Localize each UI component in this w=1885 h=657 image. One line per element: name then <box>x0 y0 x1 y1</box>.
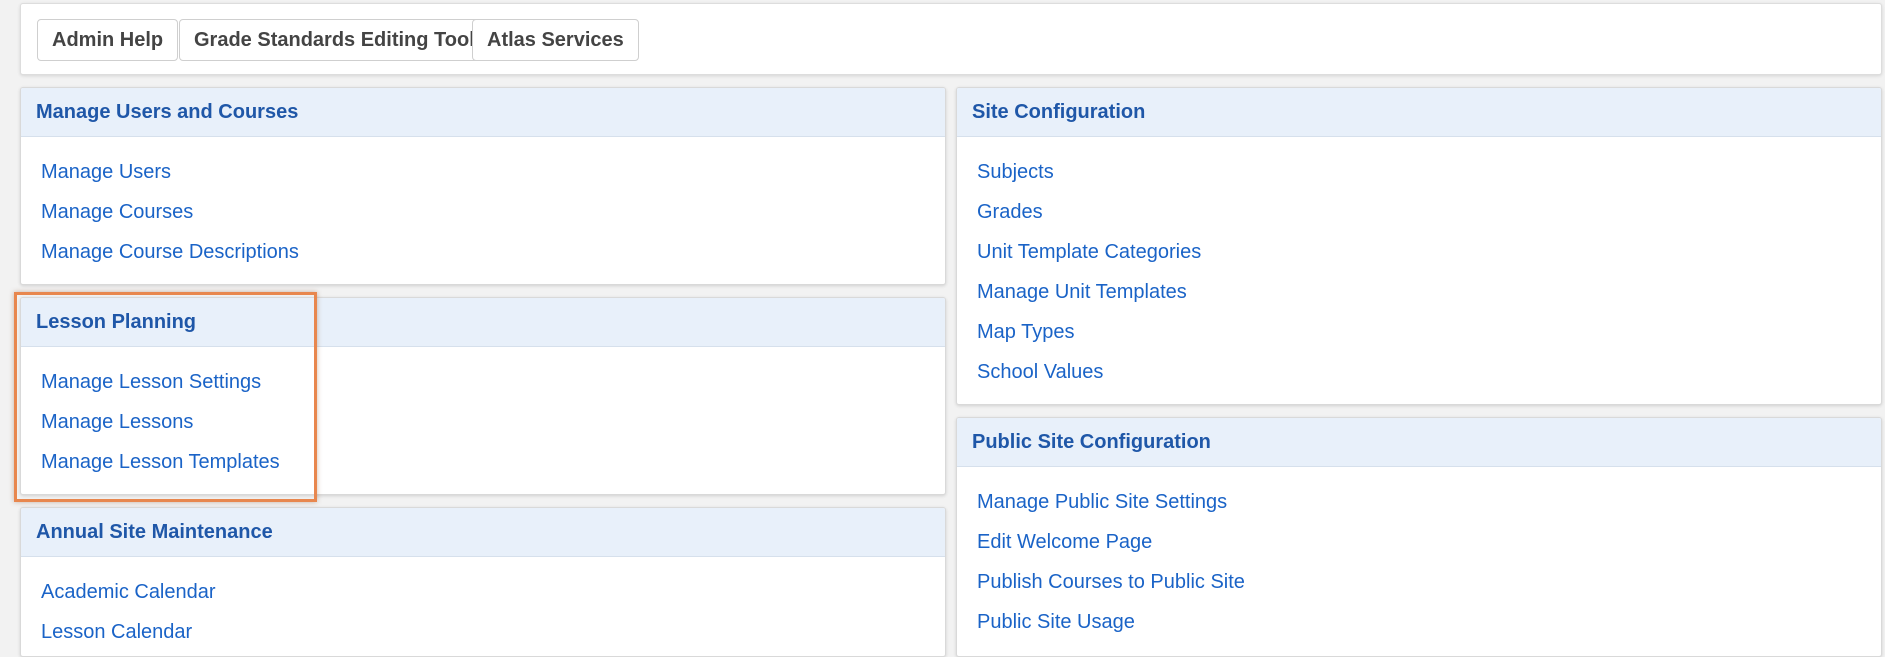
public-site-usage-link[interactable]: Public Site Usage <box>977 602 1881 642</box>
grades-link[interactable]: Grades <box>977 192 1881 232</box>
panel-title: Public Site Configuration <box>957 418 1881 467</box>
manage-unit-templates-link[interactable]: Manage Unit Templates <box>977 272 1881 312</box>
panel-title: Site Configuration <box>957 88 1881 137</box>
manage-public-site-settings-link[interactable]: Manage Public Site Settings <box>977 482 1881 522</box>
manage-courses-link[interactable]: Manage Courses <box>41 192 945 232</box>
edit-welcome-page-link[interactable]: Edit Welcome Page <box>977 522 1881 562</box>
atlas-services-button[interactable]: Atlas Services <box>472 19 639 61</box>
subjects-link[interactable]: Subjects <box>977 152 1881 192</box>
admin-toolbar: Admin Help Grade Standards Editing Tool … <box>20 3 1882 75</box>
map-types-link[interactable]: Map Types <box>977 312 1881 352</box>
lesson-calendar-link[interactable]: Lesson Calendar <box>41 612 945 652</box>
manage-lesson-templates-link[interactable]: Manage Lesson Templates <box>41 442 945 482</box>
academic-calendar-link[interactable]: Academic Calendar <box>41 572 945 612</box>
panel-title: Annual Site Maintenance <box>21 508 945 557</box>
annual-site-maintenance-panel: Annual Site Maintenance Academic Calenda… <box>20 507 946 657</box>
lesson-planning-panel: Lesson Planning Manage Lesson Settings M… <box>20 297 946 495</box>
school-values-link[interactable]: School Values <box>977 352 1881 392</box>
manage-lesson-settings-link[interactable]: Manage Lesson Settings <box>41 362 945 402</box>
manage-lessons-link[interactable]: Manage Lessons <box>41 402 945 442</box>
site-configuration-panel: Site Configuration Subjects Grades Unit … <box>956 87 1882 405</box>
unit-template-categories-link[interactable]: Unit Template Categories <box>977 232 1881 272</box>
manage-users-link[interactable]: Manage Users <box>41 152 945 192</box>
publish-courses-to-public-site-link[interactable]: Publish Courses to Public Site <box>977 562 1881 602</box>
panel-title: Manage Users and Courses <box>21 88 945 137</box>
grade-standards-editing-tool-button[interactable]: Grade Standards Editing Tool <box>179 19 490 61</box>
manage-course-descriptions-link[interactable]: Manage Course Descriptions <box>41 232 945 272</box>
admin-help-button[interactable]: Admin Help <box>37 19 179 61</box>
public-site-configuration-panel: Public Site Configuration Manage Public … <box>956 417 1882 657</box>
manage-users-and-courses-panel: Manage Users and Courses Manage Users Ma… <box>20 87 946 285</box>
panel-title: Lesson Planning <box>21 298 945 347</box>
